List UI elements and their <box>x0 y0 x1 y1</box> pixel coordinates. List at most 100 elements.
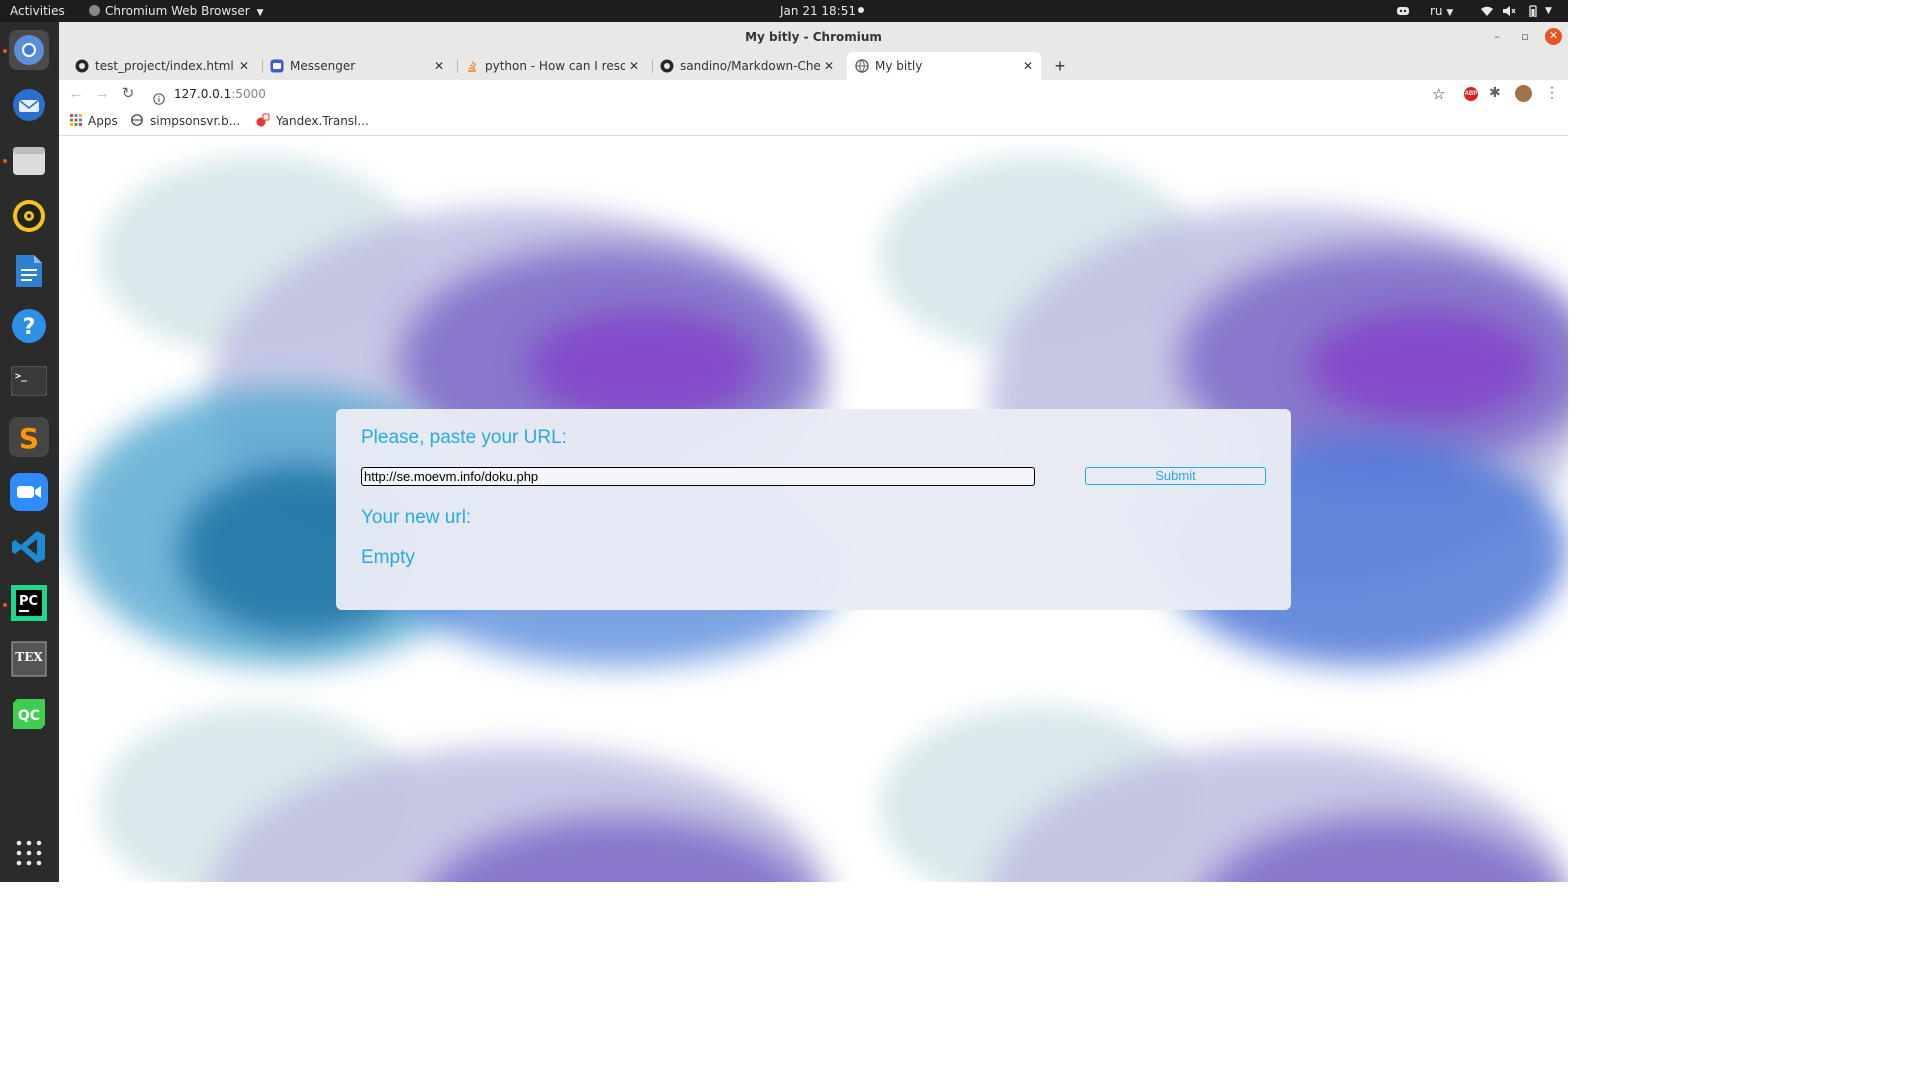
dock-texmaker[interactable]: TEX <box>9 639 49 679</box>
reload-icon[interactable]: ↻ <box>118 84 138 104</box>
tab-close-icon[interactable]: ✕ <box>627 52 641 80</box>
rhythmbox-icon <box>13 200 45 232</box>
submit-button[interactable]: Submit <box>1085 467 1266 485</box>
github-icon <box>75 59 89 73</box>
keyboard-layout-label: ru <box>1430 4 1443 18</box>
url-host: 127.0.0.1 <box>174 87 232 101</box>
messenger-icon <box>270 59 284 73</box>
dock-files[interactable] <box>9 140 49 180</box>
svg-text:TEX: TEX <box>15 650 43 664</box>
tab-test-project[interactable]: test_project/index.html a ✕ <box>67 52 257 80</box>
dock-vscode[interactable] <box>9 527 49 567</box>
page-content: Please, paste your URL: Submit Your new … <box>59 136 1568 882</box>
shortener-form-card: Please, paste your URL: Submit Your new … <box>336 409 1291 610</box>
url-text: 127.0.0.1:5000 <box>174 80 266 108</box>
svg-text:PC: PC <box>19 594 38 609</box>
app-menu[interactable]: Chromium Web Browser ▼ <box>89 0 263 22</box>
extensions-puzzle-icon[interactable]: ✱ <box>1489 84 1501 101</box>
thunderbird-icon <box>13 89 45 121</box>
window-titlebar[interactable]: My bitly - Chromium – ▫ ✕ <box>59 22 1568 52</box>
info-icon[interactable] <box>153 87 165 105</box>
bookmark-yandex-translate[interactable]: Yandex.Transl... <box>256 108 369 135</box>
sublime-text-icon: S <box>19 422 39 454</box>
close-window-icon[interactable]: ✕ <box>1545 28 1562 45</box>
wifi-icon[interactable] <box>1480 5 1494 17</box>
new-url-label: Your new url: <box>361 507 472 528</box>
dock-zoom[interactable] <box>9 472 49 512</box>
tab-title: My bitly <box>875 59 923 73</box>
dock-thunderbird[interactable] <box>9 85 49 125</box>
bookmark-label: Apps <box>88 114 118 128</box>
bookmark-label: Yandex.Transl... <box>276 114 369 128</box>
globe-icon <box>855 59 869 73</box>
kebab-menu-icon[interactable]: ⋮ <box>1545 84 1559 101</box>
dock-terminal[interactable]: >_ <box>9 361 49 401</box>
dock-sublime-text[interactable]: S <box>9 417 49 457</box>
restore-icon[interactable]: ▫ <box>1517 29 1533 45</box>
profile-avatar[interactable] <box>1515 85 1532 102</box>
bookmark-simpsonsvr[interactable]: simpsonsvr.b... <box>131 108 240 135</box>
dock-chromium[interactable] <box>9 30 49 70</box>
app-menu-label: Chromium Web Browser <box>105 4 250 18</box>
adblock-plus-icon[interactable]: ABP <box>1464 87 1478 101</box>
battery-icon[interactable] <box>1526 5 1540 17</box>
back-arrow-icon[interactable]: ← <box>66 84 86 104</box>
tab-close-icon[interactable]: ✕ <box>237 52 251 80</box>
dock-qt-creator[interactable]: QC <box>9 694 49 734</box>
yandex-translate-icon <box>256 113 270 127</box>
apps-grid-icon <box>70 114 82 126</box>
vscode-icon <box>12 531 45 563</box>
notification-dot-icon <box>858 7 864 13</box>
tab-my-bitly[interactable]: My bitly ✕ <box>847 52 1041 80</box>
running-indicator-icon <box>3 603 7 607</box>
files-icon <box>13 147 45 175</box>
gnome-top-bar: Activities Chromium Web Browser ▼ Jan 21… <box>0 0 1568 22</box>
browser-toolbar: ← → ↻ 127.0.0.1:5000 ☆ ABP ✱ ⋮ <box>59 80 1568 108</box>
terminal-icon: >_ <box>11 366 47 396</box>
svg-text:QC: QC <box>18 708 40 724</box>
qt-creator-icon: QC <box>13 699 45 729</box>
ubuntu-dock: ? >_ S PC TEX QC <box>0 22 59 882</box>
show-applications-grid-icon[interactable] <box>16 840 42 866</box>
globe-icon <box>131 114 143 126</box>
minimize-icon[interactable]: – <box>1489 29 1505 45</box>
tab-title: sandino/Markdown-Cheat <box>680 59 820 73</box>
dock-rhythmbox[interactable] <box>9 196 49 236</box>
system-menu-chevron-icon[interactable]: ▼ <box>1545 0 1552 22</box>
tab-close-icon[interactable]: ✕ <box>1021 52 1035 80</box>
chromium-small-icon <box>89 5 100 16</box>
svg-text:?: ? <box>23 315 36 340</box>
volume-muted-icon[interactable] <box>1502 5 1516 17</box>
address-bar[interactable]: 127.0.0.1:5000 ☆ <box>143 80 1463 108</box>
url-port: :5000 <box>231 87 266 101</box>
texmaker-icon: TEX <box>11 641 47 677</box>
dock-help[interactable]: ? <box>9 306 49 346</box>
tab-messenger[interactable]: Messenger ✕ <box>262 52 452 80</box>
new-url-value: Empty <box>361 547 415 568</box>
window-title: My bitly - Chromium <box>745 30 882 44</box>
tab-markdown-cheat[interactable]: sandino/Markdown-Cheat ✕ <box>652 52 842 80</box>
paste-url-label: Please, paste your URL: <box>361 427 567 448</box>
tab-close-icon[interactable]: ✕ <box>822 52 836 80</box>
bookmark-apps[interactable]: Apps <box>70 108 118 135</box>
dock-libreoffice-writer[interactable] <box>9 251 49 291</box>
dock-pycharm[interactable]: PC <box>9 583 49 623</box>
new-tab-plus-icon[interactable]: + <box>1050 52 1070 80</box>
activities-button[interactable]: Activities <box>10 0 65 22</box>
github-icon <box>660 59 674 73</box>
bookmarks-bar: Apps simpsonsvr.b... Yandex.Transl... <box>59 108 1568 136</box>
browser-window: My bitly - Chromium – ▫ ✕ test_project/i… <box>59 22 1568 882</box>
forward-arrow-icon[interactable]: → <box>92 84 112 104</box>
discord-icon[interactable] <box>1396 5 1410 17</box>
tab-title: Messenger <box>290 59 356 73</box>
tab-stackoverflow[interactable]: python - How can I resolve ✕ <box>457 52 647 80</box>
clock[interactable]: Jan 21 18:51 <box>780 0 856 22</box>
bookmark-star-icon[interactable]: ☆ <box>1432 80 1445 108</box>
keyboard-layout[interactable]: ru ▼ <box>1430 0 1453 22</box>
stackoverflow-icon <box>468 61 477 72</box>
url-input[interactable] <box>361 467 1035 486</box>
writer-document-icon <box>16 255 42 287</box>
tab-close-icon[interactable]: ✕ <box>432 52 446 80</box>
zoom-icon <box>10 473 48 511</box>
chromium-icon <box>14 35 44 65</box>
